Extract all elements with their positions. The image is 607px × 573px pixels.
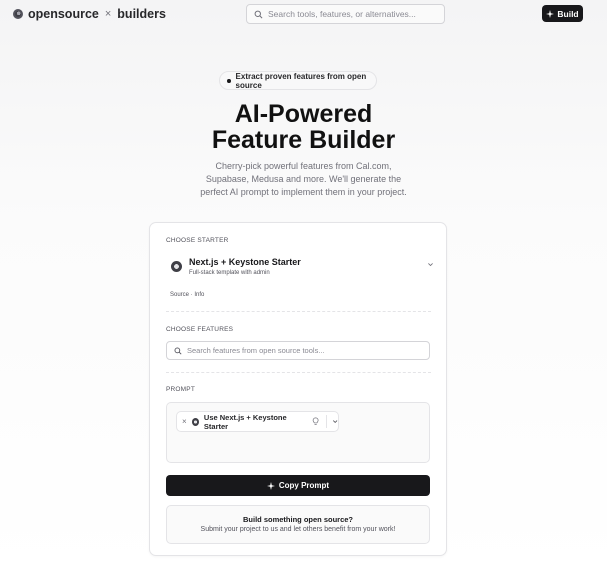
page-title-line-2: Feature Builder bbox=[211, 126, 396, 154]
prompt-area[interactable]: × Use Next.js + Keystone Starter bbox=[166, 402, 430, 463]
builder-card: CHOOSE STARTER Next.js + Keystone Starte… bbox=[149, 222, 447, 556]
starter-source-info-link[interactable]: Source · Info bbox=[170, 292, 204, 298]
build-button-label: Build bbox=[557, 8, 579, 19]
page-title: AI-Powered Feature Builder bbox=[0, 101, 607, 153]
chevron-down-icon bbox=[428, 263, 433, 267]
brand-name-left: opensource bbox=[28, 7, 99, 21]
starter-logo-icon bbox=[191, 417, 199, 426]
page-subtitle: Cherry-pick powerful features from Cal.c… bbox=[200, 161, 407, 197]
brand-name-right: builders bbox=[117, 7, 166, 21]
cta-title: Build something open source? bbox=[242, 515, 353, 524]
starter-select[interactable]: Next.js + Keystone Starter Full-stack te… bbox=[166, 253, 433, 281]
logo-icon bbox=[13, 9, 23, 19]
prompt-section-label: PROMPT bbox=[166, 386, 196, 393]
starter-name: Next.js + Keystone Starter bbox=[189, 257, 301, 267]
close-icon[interactable]: × bbox=[182, 417, 187, 426]
features-search-input[interactable]: Search features from open source tools..… bbox=[166, 341, 430, 360]
section-divider bbox=[166, 311, 431, 312]
cta-subtitle: Submit your project to us and let others… bbox=[200, 526, 396, 533]
copy-prompt-label: Copy Prompt bbox=[278, 481, 330, 490]
prompt-chip-label: Use Next.js + Keystone Starter bbox=[203, 412, 287, 431]
section-divider bbox=[166, 372, 431, 373]
sparkle-icon bbox=[266, 481, 275, 490]
global-search-placeholder: Search tools, features, or alternatives.… bbox=[268, 9, 416, 19]
features-section-label: CHOOSE FEATURES bbox=[166, 326, 234, 333]
sparkle-icon bbox=[546, 9, 555, 18]
submit-project-cta[interactable]: Build something open source? Submit your… bbox=[166, 505, 430, 544]
global-search-input[interactable]: Search tools, features, or alternatives.… bbox=[246, 4, 445, 24]
prompt-chip[interactable]: × Use Next.js + Keystone Starter bbox=[176, 411, 339, 432]
top-nav: opensource × builders Search tools, feat… bbox=[0, 0, 607, 28]
badge-dot-icon bbox=[227, 78, 231, 83]
page-title-line-1: AI-Powered bbox=[234, 100, 373, 128]
chip-separator bbox=[325, 415, 327, 428]
features-search-placeholder: Search features from open source tools..… bbox=[187, 346, 325, 355]
starter-section-label: CHOOSE STARTER bbox=[166, 237, 229, 244]
copy-prompt-button[interactable]: Copy Prompt bbox=[166, 475, 430, 496]
hero-badge-text: Extract proven features from open source bbox=[235, 71, 367, 90]
chevron-down-icon[interactable] bbox=[332, 418, 338, 425]
brand-logo[interactable]: opensource × builders bbox=[13, 7, 166, 21]
brand-separator: × bbox=[104, 8, 112, 20]
hero-badge: Extract proven features from open source bbox=[219, 71, 377, 90]
search-icon bbox=[174, 347, 182, 355]
lightbulb-icon[interactable] bbox=[312, 417, 319, 426]
build-button[interactable]: Build bbox=[542, 5, 583, 22]
starter-description: Full-stack template with admin bbox=[189, 270, 270, 276]
starter-logo-icon bbox=[171, 261, 182, 272]
search-icon bbox=[254, 10, 263, 18]
